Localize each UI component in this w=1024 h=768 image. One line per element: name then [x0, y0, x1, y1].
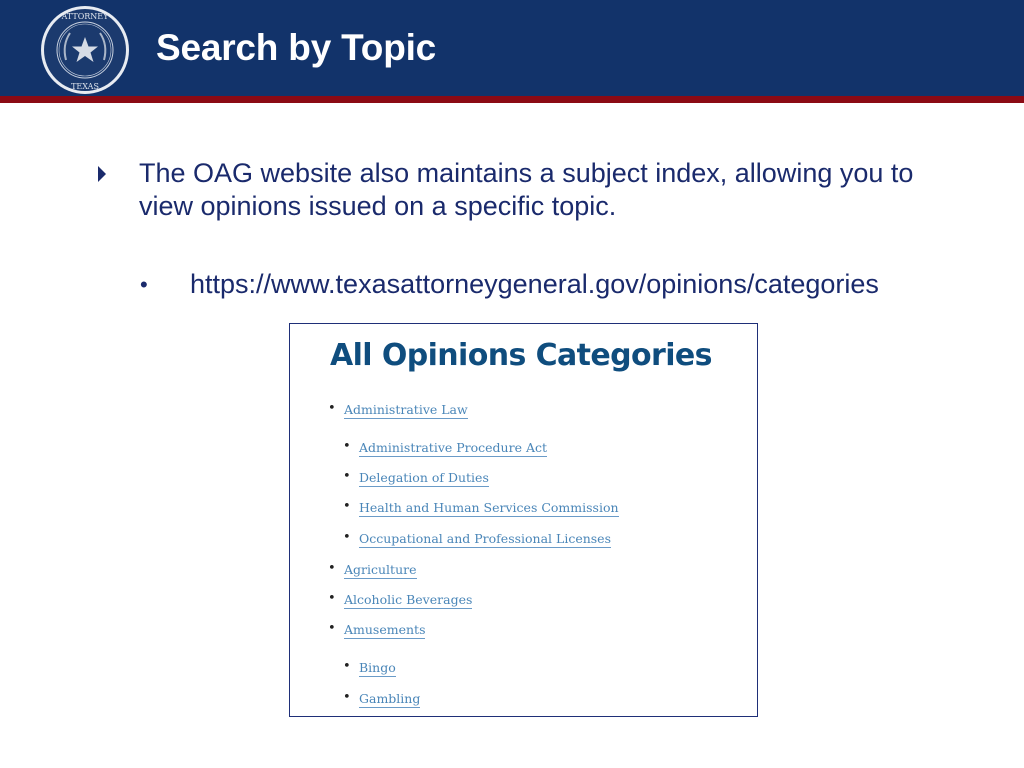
slide-title: Search by Topic: [156, 27, 437, 68]
svg-text:TEXAS: TEXAS: [71, 82, 99, 91]
category-link[interactable]: Occupational and Professional Licenses: [359, 531, 611, 548]
category-list-item: • Alcoholic Beverages: [328, 591, 473, 609]
category-list-item: • Gambling: [343, 690, 421, 708]
category-list-item: • Administrative Law: [328, 401, 468, 419]
bullet-dot-icon: •: [328, 561, 336, 576]
bullet-dot-icon: •: [140, 272, 148, 297]
bullet-dot-icon: •: [328, 591, 336, 606]
categories-url-link[interactable]: https://www.texasattorneygeneral.gov/opi…: [190, 268, 879, 301]
bullet-dot-icon: •: [343, 469, 351, 484]
bullet-dot-icon: •: [343, 439, 351, 454]
category-list-item: • Agriculture: [328, 561, 417, 579]
body-paragraph: The OAG website also maintains a subject…: [139, 158, 914, 221]
category-link[interactable]: Delegation of Duties: [359, 470, 489, 487]
category-link[interactable]: Amusements: [344, 622, 426, 639]
category-link[interactable]: Alcoholic Beverages: [344, 592, 473, 609]
attorney-general-seal-icon: ATTORNEY TEXAS: [41, 6, 129, 94]
bullet-dot-icon: •: [328, 621, 336, 636]
category-list-item: • Bingo: [343, 659, 396, 677]
bullet-dot-icon: •: [343, 690, 351, 705]
category-list-item: • Amusements: [328, 621, 426, 639]
category-link[interactable]: Health and Human Services Commission: [359, 500, 619, 517]
category-list-item: • Health and Human Services Commission: [343, 499, 619, 517]
screenshot-title: All Opinions Categories: [330, 338, 713, 373]
triangle-right-icon: [98, 166, 106, 182]
header-divider: [0, 96, 1024, 103]
bullet-dot-icon: •: [328, 401, 336, 416]
svg-text:ATTORNEY: ATTORNEY: [61, 12, 110, 21]
categories-screenshot: All Opinions Categories • Administrative …: [289, 323, 758, 717]
category-link[interactable]: Administrative Law: [344, 402, 468, 419]
bullet-dot-icon: •: [343, 530, 351, 545]
bullet-dot-icon: •: [343, 499, 351, 514]
slide-header: ATTORNEY TEXAS Search by Topic: [0, 0, 1024, 96]
category-list-item: • Administrative Procedure Act: [343, 439, 548, 457]
category-link[interactable]: Gambling: [359, 691, 421, 708]
bullet-dot-icon: •: [343, 659, 351, 674]
category-link[interactable]: Agriculture: [344, 562, 417, 579]
category-link[interactable]: Administrative Procedure Act: [359, 440, 548, 457]
category-list-item: • Occupational and Professional Licenses: [343, 530, 611, 548]
category-link[interactable]: Bingo: [359, 660, 396, 677]
category-list-item: • Delegation of Duties: [343, 469, 489, 487]
